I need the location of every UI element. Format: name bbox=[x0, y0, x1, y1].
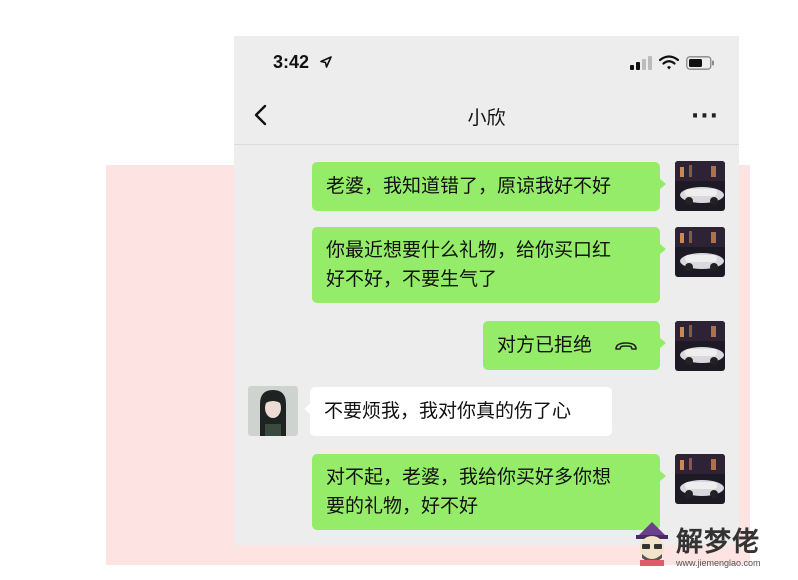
contact-avatar[interactable] bbox=[248, 386, 298, 436]
call-status-text: 对方已拒绝 bbox=[497, 334, 593, 356]
wifi-icon bbox=[659, 55, 679, 70]
message-text: 老婆，我知道错了，原谅我好不好 bbox=[326, 175, 612, 197]
chat-header: 小欣 ··· bbox=[234, 88, 739, 145]
mascot-logo-icon bbox=[636, 522, 668, 566]
my-avatar[interactable] bbox=[675, 454, 725, 504]
phone-hangup-icon bbox=[615, 341, 637, 350]
message-bubble: 对不起，老婆，我给你买好多你想 要的礼物，好不好 bbox=[312, 454, 666, 530]
car-avatar-icon bbox=[675, 321, 725, 371]
my-avatar[interactable] bbox=[675, 321, 725, 371]
my-avatar[interactable] bbox=[675, 227, 725, 277]
call-declined-bubble[interactable]: 对方已拒绝 bbox=[483, 321, 666, 370]
message-text-line: 你最近想要什么礼物，给你买口红 bbox=[326, 239, 612, 261]
phone-screen: 3:42 小欣 ··· 老婆，我知道错了，原谅我好不好 你最近想要什么礼物，给你… bbox=[234, 36, 739, 545]
message-text-line: 对不起，老婆，我给你买好多你想 bbox=[326, 466, 612, 488]
status-time: 3:42 bbox=[273, 52, 310, 72]
watermark: 解梦佬 www.jiemenglao.com bbox=[628, 518, 798, 580]
message-bubble: 你最近想要什么礼物，给你买口红 好不好，不要生气了 bbox=[312, 227, 666, 303]
watermark-name: 解梦佬 bbox=[676, 527, 760, 558]
girl-avatar-icon bbox=[248, 386, 298, 436]
status-bar: 3:42 bbox=[234, 36, 739, 88]
car-avatar-icon bbox=[675, 454, 725, 504]
message-text-line: 好不好，不要生气了 bbox=[326, 268, 498, 290]
car-avatar-icon bbox=[675, 227, 725, 277]
battery-icon bbox=[686, 55, 714, 70]
message-bubble: 老婆，我知道错了，原谅我好不好 bbox=[312, 162, 666, 211]
location-arrow-icon bbox=[320, 56, 332, 68]
watermark-url: www.jiemenglao.com bbox=[676, 558, 761, 568]
message-bubble: 不要烦我，我对你真的伤了心 bbox=[304, 387, 612, 436]
message-text: 不要烦我，我对你真的伤了心 bbox=[324, 400, 572, 422]
status-icons bbox=[630, 55, 715, 70]
my-avatar[interactable] bbox=[675, 161, 725, 211]
car-avatar-icon bbox=[675, 161, 725, 211]
chat-title: 小欣 bbox=[467, 107, 506, 129]
more-options-button[interactable]: ··· bbox=[691, 104, 719, 129]
message-text-line: 要的礼物，好不好 bbox=[326, 495, 479, 517]
cellular-signal-icon bbox=[630, 55, 652, 70]
